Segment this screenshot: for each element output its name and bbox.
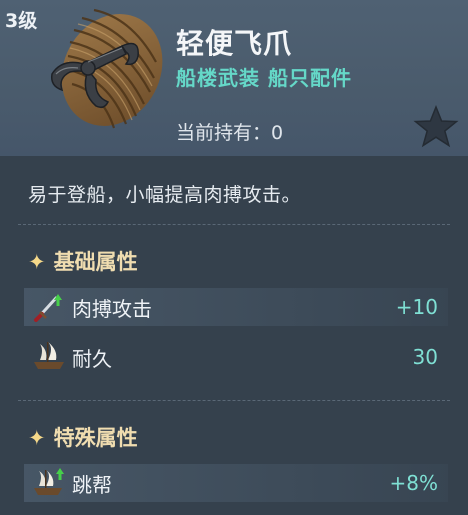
section-label: 基础属性: [53, 250, 138, 274]
item-header: 3级 轻便飞爪 船楼武装 船只配件 当前持有：0: [0, 0, 468, 156]
section-title-special: ✦ 特殊属性: [28, 422, 138, 452]
divider: [18, 224, 450, 225]
stat-value: 30: [412, 345, 438, 369]
item-tag: 船楼武装: [176, 66, 260, 90]
item-details: 易于登船，小幅提高肉搏攻击。 ✦ 基础属性 肉搏攻击 +10 耐久 30 ✦ 特…: [0, 156, 468, 515]
ship-icon: [30, 340, 68, 374]
sword-up-icon: [30, 290, 68, 324]
section-title-basic: ✦ 基础属性: [28, 246, 138, 276]
sparkle-icon: ✦: [28, 250, 46, 274]
item-name: 轻便飞爪: [176, 27, 293, 60]
sparkle-icon: ✦: [28, 426, 46, 450]
stat-value: +10: [395, 295, 438, 319]
stat-row-durability: 耐久 30: [24, 338, 448, 376]
stat-row-melee-attack: 肉搏攻击 +10: [24, 288, 448, 326]
stat-name: 耐久: [72, 346, 112, 371]
star-icon[interactable]: [412, 104, 460, 148]
grappling-hook-icon: [22, 0, 170, 148]
stat-name: 跳帮: [72, 472, 112, 497]
stat-row-boarding: 跳帮 +8%: [24, 464, 448, 502]
stat-name: 肉搏攻击: [72, 296, 152, 321]
ship-up-icon: [30, 466, 68, 500]
item-description: 易于登船，小幅提高肉搏攻击。: [28, 184, 302, 206]
owned-count: 当前持有：0: [176, 122, 284, 144]
stat-value: +8%: [389, 471, 439, 495]
item-tags: 船楼武装 船只配件: [176, 62, 352, 91]
section-label: 特殊属性: [53, 426, 138, 450]
item-tag: 船只配件: [268, 66, 352, 90]
divider: [18, 400, 450, 401]
